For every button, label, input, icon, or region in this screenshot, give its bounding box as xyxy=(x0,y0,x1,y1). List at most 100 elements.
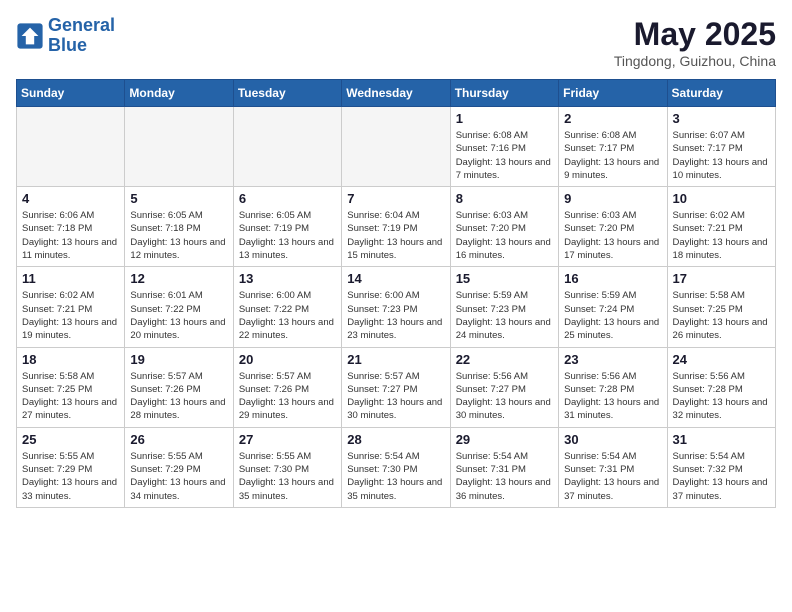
day-info: Sunrise: 6:06 AM Sunset: 7:18 PM Dayligh… xyxy=(22,209,119,262)
day-info: Sunrise: 5:54 AM Sunset: 7:32 PM Dayligh… xyxy=(673,450,770,503)
day-number: 20 xyxy=(239,352,336,367)
day-info: Sunrise: 5:58 AM Sunset: 7:25 PM Dayligh… xyxy=(22,370,119,423)
day-number: 21 xyxy=(347,352,444,367)
calendar-cell: 5 Sunrise: 6:05 AM Sunset: 7:18 PM Daylig… xyxy=(125,187,233,267)
calendar-cell xyxy=(342,107,450,187)
day-number: 2 xyxy=(564,111,661,126)
day-info: Sunrise: 6:03 AM Sunset: 7:20 PM Dayligh… xyxy=(456,209,553,262)
day-info: Sunrise: 6:03 AM Sunset: 7:20 PM Dayligh… xyxy=(564,209,661,262)
weekday-header-row: SundayMondayTuesdayWednesdayThursdayFrid… xyxy=(17,80,776,107)
day-number: 9 xyxy=(564,191,661,206)
calendar-cell: 30 Sunrise: 5:54 AM Sunset: 7:31 PM Dayli… xyxy=(559,427,667,507)
calendar-cell: 20 Sunrise: 5:57 AM Sunset: 7:26 PM Dayli… xyxy=(233,347,341,427)
calendar-cell: 18Sunrise: 5:58 AM Sunset: 7:25 PM Dayli… xyxy=(17,347,125,427)
calendar-week-row: 11 Sunrise: 6:02 AM Sunset: 7:21 PM Dayli… xyxy=(17,267,776,347)
calendar-cell: 28Sunrise: 5:54 AM Sunset: 7:30 PM Dayli… xyxy=(342,427,450,507)
calendar-cell xyxy=(17,107,125,187)
calendar-week-row: 1 Sunrise: 6:08 AM Sunset: 7:16 PM Daylig… xyxy=(17,107,776,187)
logo-icon xyxy=(16,22,44,50)
day-info: Sunrise: 6:02 AM Sunset: 7:21 PM Dayligh… xyxy=(22,289,119,342)
day-number: 24 xyxy=(673,352,770,367)
calendar-cell: 15Sunrise: 5:59 AM Sunset: 7:23 PM Dayli… xyxy=(450,267,558,347)
title-block: May 2025 Tingdong, Guizhou, China xyxy=(614,16,776,69)
day-info: Sunrise: 5:55 AM Sunset: 7:29 PM Dayligh… xyxy=(22,450,119,503)
day-number: 26 xyxy=(130,432,227,447)
day-number: 10 xyxy=(673,191,770,206)
calendar-cell: 31Sunrise: 5:54 AM Sunset: 7:32 PM Dayli… xyxy=(667,427,775,507)
day-info: Sunrise: 6:07 AM Sunset: 7:17 PM Dayligh… xyxy=(673,129,770,182)
day-number: 19 xyxy=(130,352,227,367)
weekday-header: Monday xyxy=(125,80,233,107)
day-number: 6 xyxy=(239,191,336,206)
calendar-cell: 22 Sunrise: 5:56 AM Sunset: 7:27 PM Dayli… xyxy=(450,347,558,427)
calendar-cell: 4 Sunrise: 6:06 AM Sunset: 7:18 PM Daylig… xyxy=(17,187,125,267)
page-header: GeneralBlue May 2025 Tingdong, Guizhou, … xyxy=(16,16,776,69)
calendar-cell: 6 Sunrise: 6:05 AM Sunset: 7:19 PM Daylig… xyxy=(233,187,341,267)
day-number: 11 xyxy=(22,271,119,286)
calendar-cell: 9 Sunrise: 6:03 AM Sunset: 7:20 PM Daylig… xyxy=(559,187,667,267)
day-number: 7 xyxy=(347,191,444,206)
day-number: 1 xyxy=(456,111,553,126)
day-info: Sunrise: 5:54 AM Sunset: 7:31 PM Dayligh… xyxy=(456,450,553,503)
day-info: Sunrise: 5:55 AM Sunset: 7:30 PM Dayligh… xyxy=(239,450,336,503)
calendar-cell: 8 Sunrise: 6:03 AM Sunset: 7:20 PM Daylig… xyxy=(450,187,558,267)
day-info: Sunrise: 6:02 AM Sunset: 7:21 PM Dayligh… xyxy=(673,209,770,262)
day-number: 30 xyxy=(564,432,661,447)
day-info: Sunrise: 5:57 AM Sunset: 7:27 PM Dayligh… xyxy=(347,370,444,423)
day-number: 4 xyxy=(22,191,119,206)
weekday-header: Saturday xyxy=(667,80,775,107)
calendar-cell: 26 Sunrise: 5:55 AM Sunset: 7:29 PM Dayli… xyxy=(125,427,233,507)
day-info: Sunrise: 6:05 AM Sunset: 7:19 PM Dayligh… xyxy=(239,209,336,262)
day-number: 23 xyxy=(564,352,661,367)
calendar-cell: 3 Sunrise: 6:07 AM Sunset: 7:17 PM Daylig… xyxy=(667,107,775,187)
calendar-cell xyxy=(233,107,341,187)
day-number: 15 xyxy=(456,271,553,286)
day-info: Sunrise: 5:58 AM Sunset: 7:25 PM Dayligh… xyxy=(673,289,770,342)
day-info: Sunrise: 5:57 AM Sunset: 7:26 PM Dayligh… xyxy=(130,370,227,423)
calendar-cell: 14Sunrise: 6:00 AM Sunset: 7:23 PM Dayli… xyxy=(342,267,450,347)
day-info: Sunrise: 5:55 AM Sunset: 7:29 PM Dayligh… xyxy=(130,450,227,503)
calendar-cell: 29 Sunrise: 5:54 AM Sunset: 7:31 PM Dayli… xyxy=(450,427,558,507)
day-info: Sunrise: 5:59 AM Sunset: 7:24 PM Dayligh… xyxy=(564,289,661,342)
calendar-cell: 19 Sunrise: 5:57 AM Sunset: 7:26 PM Dayli… xyxy=(125,347,233,427)
day-info: Sunrise: 6:01 AM Sunset: 7:22 PM Dayligh… xyxy=(130,289,227,342)
day-info: Sunrise: 5:54 AM Sunset: 7:31 PM Dayligh… xyxy=(564,450,661,503)
logo: GeneralBlue xyxy=(16,16,115,56)
day-number: 16 xyxy=(564,271,661,286)
weekday-header: Tuesday xyxy=(233,80,341,107)
day-number: 17 xyxy=(673,271,770,286)
calendar-cell: 13 Sunrise: 6:00 AM Sunset: 7:22 PM Dayli… xyxy=(233,267,341,347)
calendar-cell: 23 Sunrise: 5:56 AM Sunset: 7:28 PM Dayli… xyxy=(559,347,667,427)
calendar-cell: 27Sunrise: 5:55 AM Sunset: 7:30 PM Dayli… xyxy=(233,427,341,507)
day-number: 5 xyxy=(130,191,227,206)
calendar-cell: 25Sunrise: 5:55 AM Sunset: 7:29 PM Dayli… xyxy=(17,427,125,507)
day-info: Sunrise: 5:56 AM Sunset: 7:28 PM Dayligh… xyxy=(673,370,770,423)
calendar-cell: 10 Sunrise: 6:02 AM Sunset: 7:21 PM Dayli… xyxy=(667,187,775,267)
location: Tingdong, Guizhou, China xyxy=(614,53,776,69)
calendar-cell: 11 Sunrise: 6:02 AM Sunset: 7:21 PM Dayli… xyxy=(17,267,125,347)
day-info: Sunrise: 5:56 AM Sunset: 7:28 PM Dayligh… xyxy=(564,370,661,423)
calendar-cell: 24 Sunrise: 5:56 AM Sunset: 7:28 PM Dayli… xyxy=(667,347,775,427)
day-number: 13 xyxy=(239,271,336,286)
day-info: Sunrise: 5:56 AM Sunset: 7:27 PM Dayligh… xyxy=(456,370,553,423)
calendar-week-row: 18Sunrise: 5:58 AM Sunset: 7:25 PM Dayli… xyxy=(17,347,776,427)
calendar-week-row: 4 Sunrise: 6:06 AM Sunset: 7:18 PM Daylig… xyxy=(17,187,776,267)
day-info: Sunrise: 5:57 AM Sunset: 7:26 PM Dayligh… xyxy=(239,370,336,423)
day-info: Sunrise: 6:08 AM Sunset: 7:16 PM Dayligh… xyxy=(456,129,553,182)
day-number: 8 xyxy=(456,191,553,206)
weekday-header: Thursday xyxy=(450,80,558,107)
day-info: Sunrise: 6:00 AM Sunset: 7:23 PM Dayligh… xyxy=(347,289,444,342)
day-number: 28 xyxy=(347,432,444,447)
day-number: 3 xyxy=(673,111,770,126)
calendar-cell xyxy=(125,107,233,187)
calendar: SundayMondayTuesdayWednesdayThursdayFrid… xyxy=(16,79,776,508)
day-info: Sunrise: 6:05 AM Sunset: 7:18 PM Dayligh… xyxy=(130,209,227,262)
day-number: 29 xyxy=(456,432,553,447)
day-number: 12 xyxy=(130,271,227,286)
calendar-cell: 1 Sunrise: 6:08 AM Sunset: 7:16 PM Daylig… xyxy=(450,107,558,187)
day-info: Sunrise: 6:04 AM Sunset: 7:19 PM Dayligh… xyxy=(347,209,444,262)
calendar-cell: 21 Sunrise: 5:57 AM Sunset: 7:27 PM Dayli… xyxy=(342,347,450,427)
day-info: Sunrise: 6:00 AM Sunset: 7:22 PM Dayligh… xyxy=(239,289,336,342)
calendar-cell: 12 Sunrise: 6:01 AM Sunset: 7:22 PM Dayli… xyxy=(125,267,233,347)
day-number: 22 xyxy=(456,352,553,367)
